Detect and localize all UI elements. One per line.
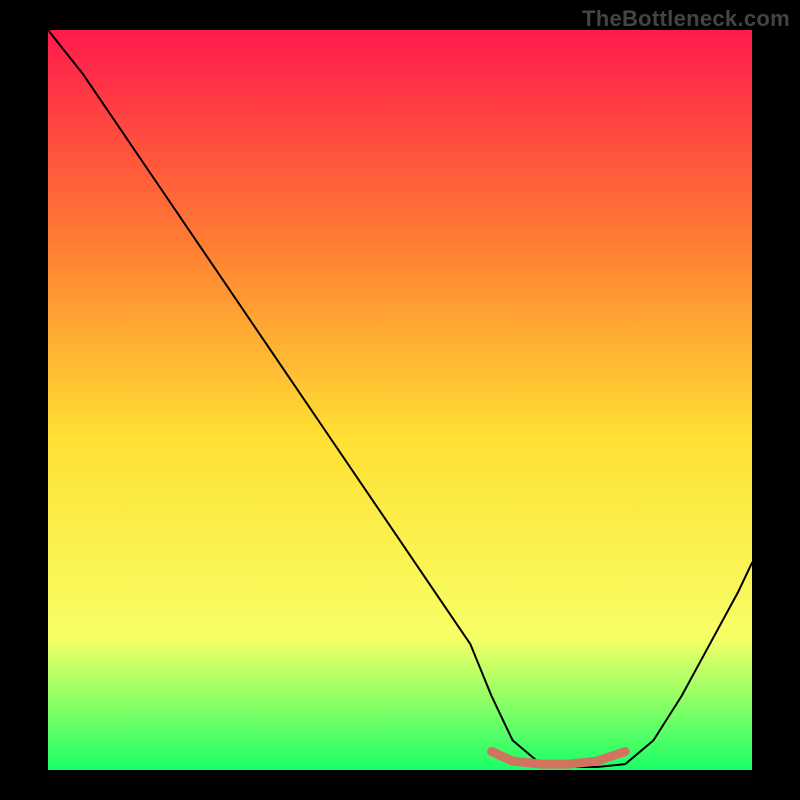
watermark-text: TheBottleneck.com xyxy=(582,6,790,32)
chart-svg xyxy=(48,30,752,770)
gradient-background xyxy=(48,30,752,770)
plot-area xyxy=(48,30,752,770)
chart-frame: TheBottleneck.com xyxy=(0,0,800,800)
